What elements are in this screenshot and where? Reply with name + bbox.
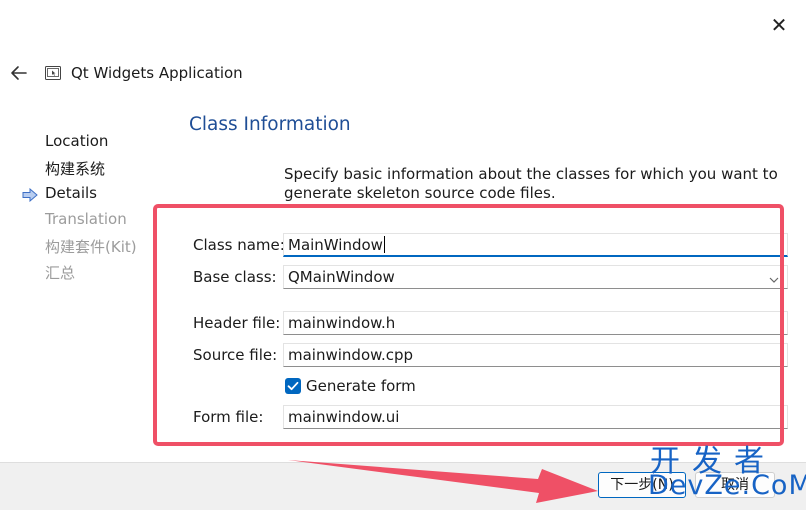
- base-class-value: QMainWindow: [288, 268, 395, 286]
- step-details: Details: [45, 184, 98, 202]
- close-icon: ✕: [770, 13, 788, 37]
- form-file-label: Form file:: [193, 408, 264, 426]
- step-location: Location: [45, 132, 109, 150]
- wizard-title: Qt Widgets Application: [71, 64, 243, 82]
- text-caret: [383, 236, 385, 253]
- close-button[interactable]: ✕: [764, 10, 794, 40]
- source-file-value: mainwindow.cpp: [288, 346, 414, 364]
- generate-form-checkbox[interactable]: [285, 378, 301, 394]
- back-button[interactable]: [6, 60, 32, 86]
- source-file-input[interactable]: mainwindow.cpp: [283, 343, 788, 367]
- page-title: Class Information: [189, 114, 351, 135]
- base-class-dropdown[interactable]: QMainWindow: [283, 265, 788, 289]
- form-file-value: mainwindow.ui: [288, 408, 400, 426]
- chevron-down-icon: [769, 270, 779, 292]
- generate-form-label[interactable]: Generate form: [306, 377, 416, 395]
- form-file-input[interactable]: mainwindow.ui: [283, 405, 788, 429]
- source-file-label: Source file:: [193, 346, 278, 364]
- base-class-label: Base class:: [193, 268, 277, 286]
- class-name-value: MainWindow: [288, 236, 383, 254]
- step-build-system: 构建系统: [45, 160, 106, 178]
- current-step-arrow-icon: [22, 188, 38, 202]
- watermark-logo-en: DevZe.CoM: [648, 470, 806, 501]
- step-summary: 汇总: [45, 264, 76, 282]
- header-file-label: Header file:: [193, 314, 281, 332]
- page-description: Specify basic information about the clas…: [284, 165, 778, 202]
- step-kits: 构建套件(Kit): [45, 238, 137, 256]
- checkmark-icon: [287, 381, 299, 391]
- header-file-input[interactable]: mainwindow.h: [283, 311, 788, 335]
- step-translation: Translation: [45, 210, 127, 228]
- class-name-label: Class name:: [193, 236, 285, 254]
- application-window-icon: [45, 66, 61, 80]
- header-file-value: mainwindow.h: [288, 314, 396, 332]
- class-name-input[interactable]: MainWindow: [283, 233, 788, 257]
- back-arrow-icon: [11, 66, 27, 80]
